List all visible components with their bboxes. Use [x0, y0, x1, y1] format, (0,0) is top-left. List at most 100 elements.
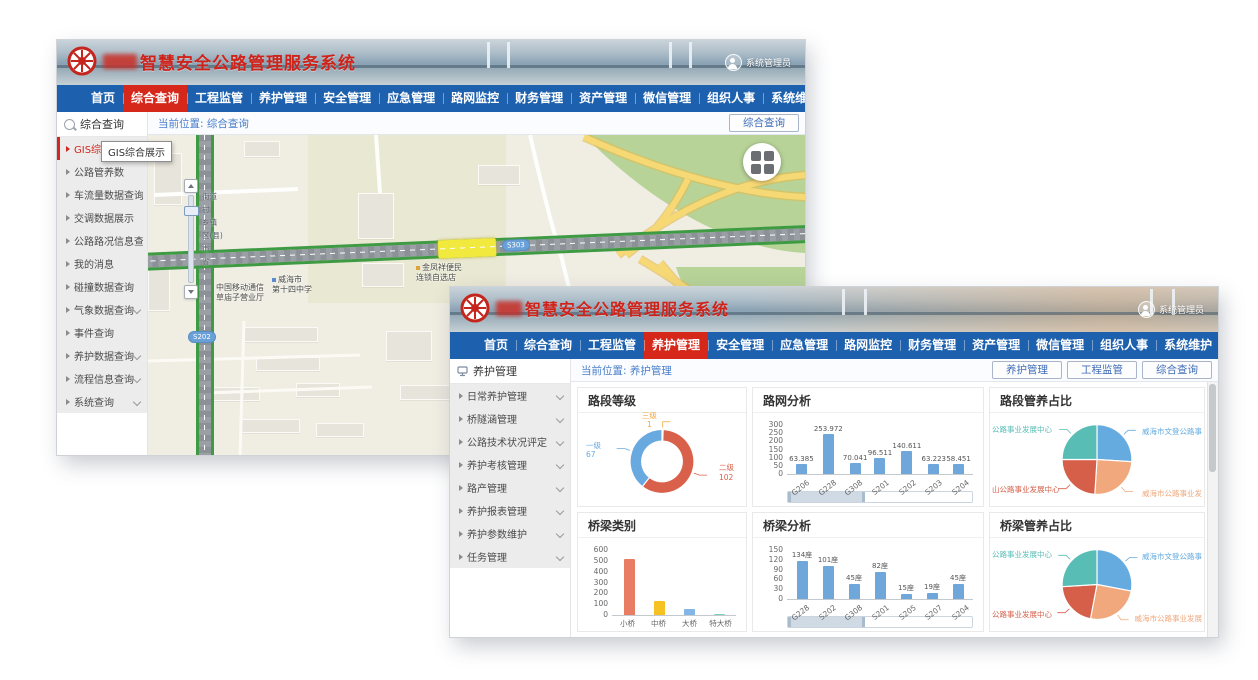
- nav-item-安全管理[interactable]: 安全管理: [708, 332, 772, 359]
- road-badge-S202: S202: [188, 331, 216, 343]
- chevron-down-icon: [133, 397, 141, 405]
- sidebar-item-养护数据查询[interactable]: 养护数据查询: [57, 344, 147, 367]
- sidebar-item-养护报表管理[interactable]: 养护报表管理: [450, 499, 570, 522]
- quick-button-养护管理[interactable]: 养护管理: [992, 361, 1062, 379]
- nav-item-资产管理[interactable]: 资产管理: [571, 85, 635, 112]
- nav-item-系统维护[interactable]: 系统维护: [763, 85, 805, 112]
- y-tick-label: 120: [757, 555, 783, 564]
- panel-title: 路段管养占比: [990, 388, 1204, 413]
- sidebar-item-公路路况信息查询[interactable]: 公路路况信息查询: [57, 229, 147, 252]
- chevron-down-icon: [556, 391, 564, 399]
- bar: [797, 561, 808, 599]
- app-title: 智慧安全公路管理服务系统: [140, 49, 356, 74]
- bar-value-label: 70.041: [843, 454, 868, 462]
- poi-icon: [416, 266, 420, 270]
- sidebar-item-碰撞数据查询[interactable]: 碰撞数据查询: [57, 275, 147, 298]
- pie-slice-威海市文登公路事: [1097, 550, 1132, 591]
- pie-label-bottom-right: 威海市公路事业发展: [1135, 614, 1203, 623]
- nav-item-应急管理[interactable]: 应急管理: [379, 85, 443, 112]
- bar-value-label: 63.223: [922, 455, 947, 463]
- sidebar-item-养护参数维护[interactable]: 养护参数维护: [450, 522, 570, 545]
- sidebar-title: 综合查询: [80, 116, 124, 132]
- y-tick-label: 150: [757, 545, 783, 554]
- zoom-slider-handle[interactable]: [184, 206, 199, 216]
- nav-item-资产管理[interactable]: 资产管理: [964, 332, 1028, 359]
- sidebar-item-label: 养护参数维护: [467, 526, 557, 541]
- bar: [714, 614, 725, 615]
- content-scrollbar[interactable]: [1207, 382, 1218, 637]
- sidebar-item-桥隧涵管理[interactable]: 桥隧涵管理: [450, 407, 570, 430]
- main-nav: 首页综合查询工程监管养护管理安全管理应急管理路网监控财务管理资产管理微信管理组织…: [57, 85, 805, 112]
- sidebar-item-公路技术状况评定[interactable]: 公路技术状况评定: [450, 430, 570, 453]
- sidebar-item-路产管理[interactable]: 路产管理: [450, 476, 570, 499]
- sidebar-item-车流量数据查询[interactable]: 车流量数据查询: [57, 183, 147, 206]
- map-layers-button[interactable]: [743, 143, 781, 181]
- pie-slice-公路事业发展中心: [1062, 550, 1097, 587]
- sidebar-item-流程信息查询[interactable]: 流程信息查询: [57, 367, 147, 390]
- user-chip[interactable]: 系统管理员: [1138, 301, 1204, 318]
- sidebar-item-事件查询[interactable]: 事件查询: [57, 321, 147, 344]
- nav-item-养护管理[interactable]: 养护管理: [644, 332, 708, 359]
- nav-item-应急管理[interactable]: 应急管理: [772, 332, 836, 359]
- panel-bridge-analysis: 桥梁分析 0306090120150134座101座45座82座15座19座45…: [752, 512, 984, 632]
- bridge-tower-deco: [842, 289, 845, 315]
- dashboard: 路段等级 三级1二级102一级67 路网分析 05010015020025030…: [571, 382, 1218, 637]
- nav-item-综合查询[interactable]: 综合查询: [123, 85, 187, 112]
- nav-item-组织人事[interactable]: 组织人事: [1092, 332, 1156, 359]
- nav-item-财务管理[interactable]: 财务管理: [507, 85, 571, 112]
- nav-item-微信管理[interactable]: 微信管理: [1028, 332, 1092, 359]
- sidebar-list: 日常养护管理桥隧涵管理公路技术状况评定养护考核管理路产管理养护报表管理养护参数维…: [450, 384, 570, 568]
- poi-icon: [272, 278, 276, 282]
- sidebar-item-交调数据展示[interactable]: 交调数据展示: [57, 206, 147, 229]
- nav-item-路网监控[interactable]: 路网监控: [443, 85, 507, 112]
- breadcrumb: 当前位置: 综合查询: [158, 116, 249, 131]
- sidebar-item-公路管养数[interactable]: 公路管养数: [57, 160, 147, 183]
- zoom-level-label: 市: [202, 243, 210, 254]
- search-icon: [64, 119, 75, 130]
- nav-item-组织人事[interactable]: 组织人事: [699, 85, 763, 112]
- bar: [875, 572, 886, 599]
- sidebar-item-任务管理[interactable]: 任务管理: [450, 545, 570, 568]
- quick-button-综合查询[interactable]: 综合查询: [729, 114, 799, 132]
- y-tick-label: 200: [757, 436, 783, 445]
- quick-button-综合查询[interactable]: 综合查询: [1142, 361, 1212, 379]
- user-chip[interactable]: 系统管理员: [725, 54, 791, 71]
- map-highway-vertical: [196, 135, 214, 455]
- sidebar-item-养护考核管理[interactable]: 养护考核管理: [450, 453, 570, 476]
- donut-label-value: 67: [586, 450, 601, 459]
- app-header: 智慧安全公路管理服务系统 系统管理员: [450, 287, 1218, 332]
- bar-value-label: 15座: [898, 583, 914, 593]
- quick-button-工程监管[interactable]: 工程监管: [1067, 361, 1137, 379]
- nav-item-首页[interactable]: 首页: [476, 332, 516, 359]
- sidebar-item-气象数据查询[interactable]: 气象数据查询: [57, 298, 147, 321]
- nav-item-财务管理[interactable]: 财务管理: [900, 332, 964, 359]
- item-arrow-icon: [459, 485, 463, 491]
- nav-item-工程监管[interactable]: 工程监管: [187, 85, 251, 112]
- map-selected-segment[interactable]: [438, 238, 497, 258]
- nav-item-系统维护[interactable]: 系统维护: [1156, 332, 1218, 359]
- sidebar-item-日常养护管理[interactable]: 日常养护管理: [450, 384, 570, 407]
- zoom-out-button[interactable]: [184, 285, 198, 299]
- nav-item-综合查询[interactable]: 综合查询: [516, 332, 580, 359]
- bar: [874, 458, 885, 474]
- bar: [901, 594, 912, 599]
- bar: [953, 464, 964, 474]
- app-title: 智慧安全公路管理服务系统: [525, 296, 729, 320]
- panel-title: 桥梁管养占比: [990, 513, 1204, 538]
- zoom-track[interactable]: [188, 195, 194, 283]
- nav-item-安全管理[interactable]: 安全管理: [315, 85, 379, 112]
- x-tick-label: 特大桥: [709, 618, 732, 629]
- sidebar-item-系统查询[interactable]: 系统查询: [57, 390, 147, 413]
- nav-item-首页[interactable]: 首页: [83, 85, 123, 112]
- map-place-label-line: 连锁自选店: [416, 273, 462, 283]
- pie-slice-山公路事业发展中心: [1062, 460, 1097, 495]
- sidebar-item-我的消息[interactable]: 我的消息: [57, 252, 147, 275]
- nav-item-工程监管[interactable]: 工程监管: [580, 332, 644, 359]
- scrollbar-thumb[interactable]: [1209, 384, 1216, 472]
- bar: [684, 609, 695, 616]
- nav-item-路网监控[interactable]: 路网监控: [836, 332, 900, 359]
- nav-item-微信管理[interactable]: 微信管理: [635, 85, 699, 112]
- zoom-in-button[interactable]: [184, 179, 198, 193]
- nav-item-养护管理[interactable]: 养护管理: [251, 85, 315, 112]
- chevron-down-icon: [556, 437, 564, 445]
